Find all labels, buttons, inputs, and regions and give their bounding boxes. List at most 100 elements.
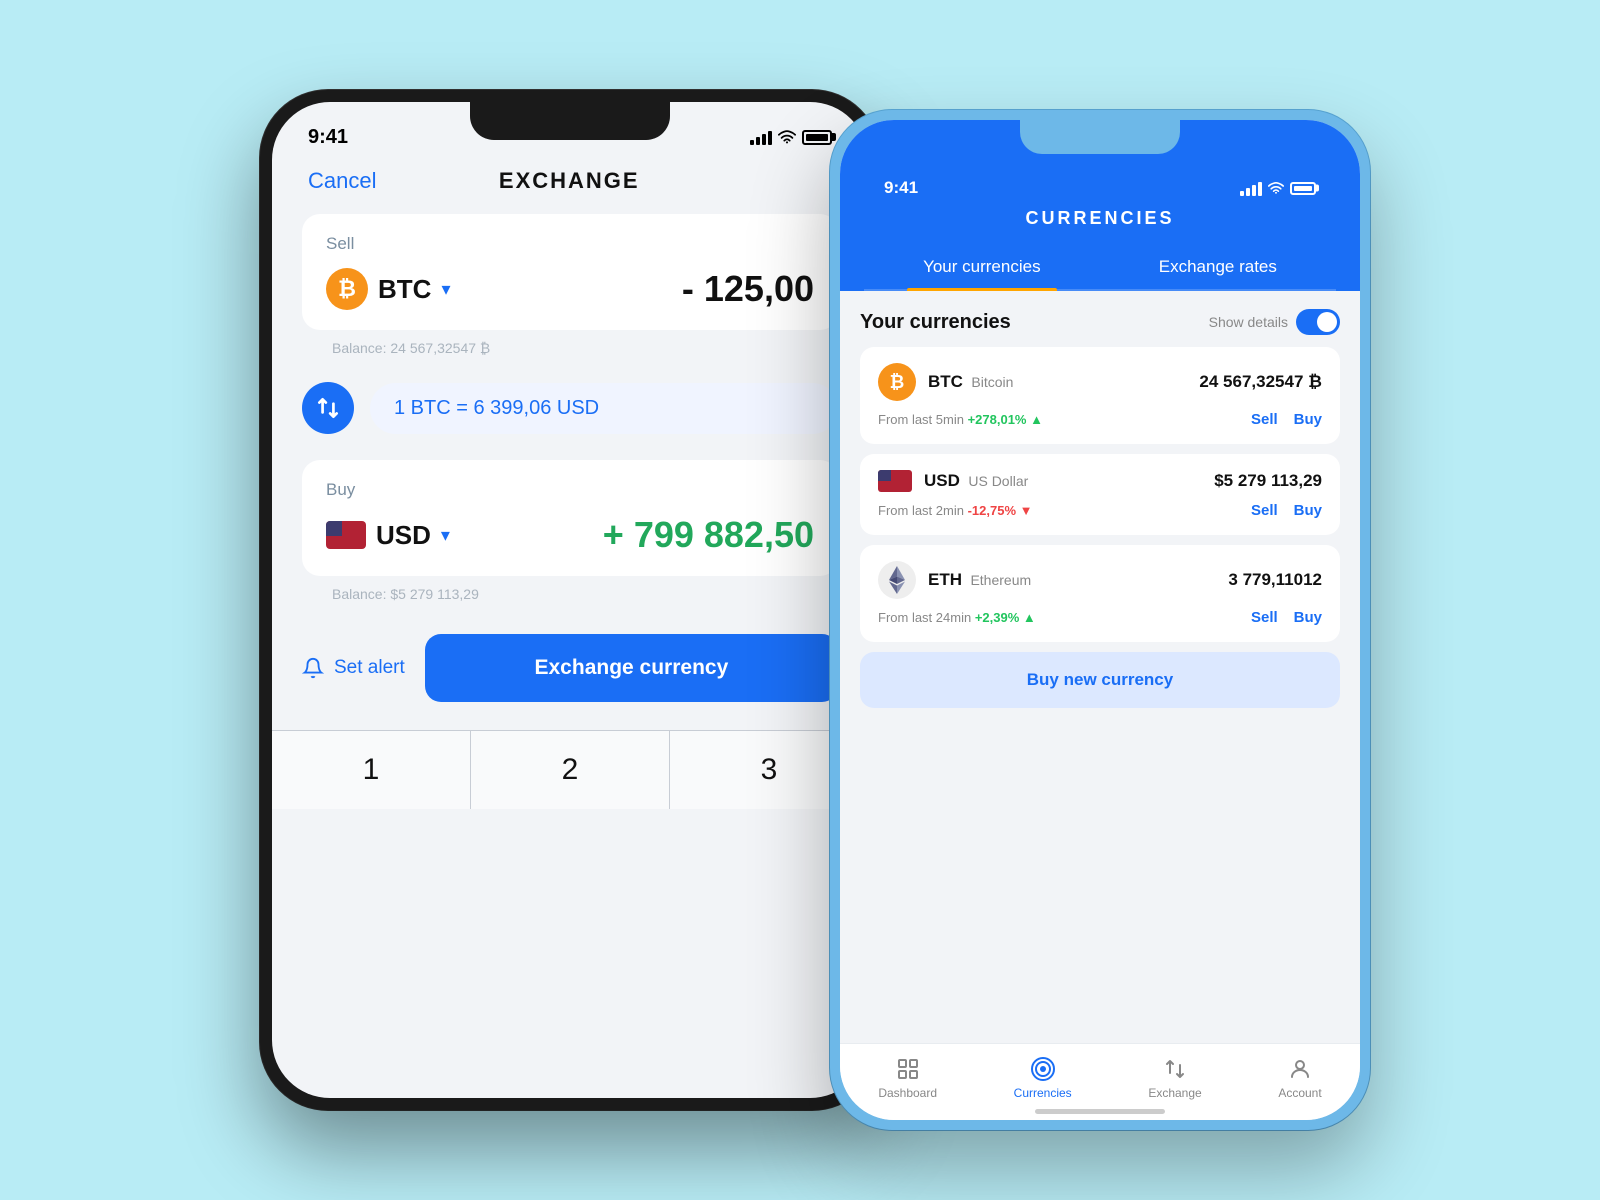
usd-flag-buy <box>326 521 366 549</box>
show-details-label: Show details <box>1209 314 1288 330</box>
key-2[interactable]: 2 <box>471 731 669 809</box>
btc-amount: 24 567,32547 ₿ <box>1199 372 1322 392</box>
buy-card: Buy USD ▾ + 799 882,50 <box>302 460 838 576</box>
buy-new-currency-button[interactable]: Buy new currency <box>860 652 1340 708</box>
dashboard-label: Dashboard <box>878 1086 937 1100</box>
status-bar-right: 9:41 <box>864 172 1336 208</box>
battery-icon <box>802 130 832 145</box>
usd-change-period: From last 2min -12,75% ▼ <box>878 503 1032 518</box>
btc-change-period: From last 5min +278,01% ▲ <box>878 412 1043 427</box>
nav-dashboard[interactable]: Dashboard <box>878 1056 937 1100</box>
btc-item-bottom: From last 5min +278,01% ▲ Sell Buy <box>878 411 1322 428</box>
exchange-title: EXCHANGE <box>499 168 640 194</box>
btc-names: BTC Bitcoin <box>928 372 1013 392</box>
buy-currency-select[interactable]: USD ▾ <box>326 520 450 551</box>
tab-your-currencies[interactable]: Your currencies <box>907 245 1057 289</box>
btc-buy-button[interactable]: Buy <box>1294 411 1322 428</box>
eth-sell-button[interactable]: Sell <box>1251 609 1278 626</box>
nav-currencies[interactable]: Currencies <box>1014 1056 1072 1100</box>
account-label: Account <box>1278 1086 1321 1100</box>
eth-symbol: ETH <box>928 570 962 589</box>
usd-name: US Dollar <box>968 473 1028 489</box>
phone-right: 9:41 <box>830 110 1370 1130</box>
account-icon <box>1287 1056 1313 1082</box>
currencies-content: Your currencies Show details ₿ BTC Bitco <box>840 291 1360 708</box>
sell-amount: - 125,00 <box>682 268 814 310</box>
usd-sell-button[interactable]: Sell <box>1251 502 1278 519</box>
your-currencies-row: Your currencies Show details <box>860 291 1340 347</box>
section-title: Your currencies <box>860 311 1011 334</box>
usd-left: USD US Dollar <box>878 470 1028 492</box>
usd-names: USD US Dollar <box>924 471 1028 491</box>
exchange-content: Sell ₿ BTC ▾ - 125,00 Balance: 24 567,32… <box>272 214 868 602</box>
currency-item-btc: ₿ BTC Bitcoin 24 567,32547 ₿ From last 5… <box>860 347 1340 444</box>
tab-exchange-rates[interactable]: Exchange rates <box>1143 245 1293 289</box>
signal-icon-right <box>1240 180 1262 196</box>
exchange-icon <box>1162 1056 1188 1082</box>
header-tabs: Your currencies Exchange rates <box>864 245 1336 291</box>
swap-button[interactable] <box>302 382 354 434</box>
exchange-currency-button[interactable]: Exchange currency <box>425 634 838 702</box>
btc-left: ₿ BTC Bitcoin <box>878 363 1013 401</box>
show-details-toggle[interactable]: Show details <box>1209 309 1340 335</box>
set-alert-button[interactable]: Set alert <box>302 657 405 679</box>
sell-dropdown-arrow[interactable]: ▾ <box>441 279 450 300</box>
eth-name: Ethereum <box>970 572 1031 588</box>
phone-right-screen: 9:41 <box>840 120 1360 1120</box>
toggle-switch[interactable] <box>1296 309 1340 335</box>
home-indicator <box>1035 1109 1165 1114</box>
eth-trade-btns: Sell Buy <box>1251 609 1322 626</box>
keyboard: 1 2 3 <box>272 730 868 809</box>
currencies-title: CURRENCIES <box>864 208 1336 245</box>
btc-trade-btns: Sell Buy <box>1251 411 1322 428</box>
eth-buy-button[interactable]: Buy <box>1294 609 1322 626</box>
status-time-right: 9:41 <box>884 178 918 198</box>
notch-left <box>470 102 670 140</box>
btc-item-top: ₿ BTC Bitcoin 24 567,32547 ₿ <box>878 363 1322 401</box>
cancel-button[interactable]: Cancel <box>308 168 376 194</box>
btc-icon-sell: ₿ <box>326 268 368 310</box>
sell-card: Sell ₿ BTC ▾ - 125,00 <box>302 214 838 330</box>
currencies-label: Currencies <box>1014 1086 1072 1100</box>
btc-name: Bitcoin <box>971 374 1013 390</box>
buy-dropdown-arrow[interactable]: ▾ <box>441 525 450 546</box>
sell-card-row: ₿ BTC ▾ - 125,00 <box>326 268 814 310</box>
status-icons-left <box>750 129 832 145</box>
set-alert-label: Set alert <box>334 657 405 679</box>
sell-label: Sell <box>326 234 814 254</box>
btc-sell-button[interactable]: Sell <box>1251 411 1278 428</box>
usd-symbol: USD <box>924 471 960 490</box>
btc-symbol: BTC <box>928 372 963 391</box>
phone-left-screen: 9:41 Cancel EXCHANGE <box>272 102 868 1098</box>
usd-item-bottom: From last 2min -12,75% ▼ Sell Buy <box>878 502 1322 519</box>
dashboard-icon <box>895 1056 921 1082</box>
sell-currency-select[interactable]: ₿ BTC ▾ <box>326 268 450 310</box>
notch-right <box>1020 120 1180 154</box>
buy-balance: Balance: $5 279 113,29 <box>308 586 838 602</box>
bell-icon <box>302 657 324 679</box>
phone-left: 9:41 Cancel EXCHANGE <box>260 90 880 1110</box>
rate-container: 1 BTC = 6 399,06 USD <box>370 383 838 434</box>
eth-coin-icon <box>878 561 916 599</box>
eth-change-period: From last 24min +2,39% ▲ <box>878 610 1036 625</box>
buy-amount: + 799 882,50 <box>603 514 814 556</box>
status-icons-right <box>1240 180 1316 196</box>
buy-card-row: USD ▾ + 799 882,50 <box>326 514 814 556</box>
sell-balance: Balance: 24 567,32547 ₿ <box>308 340 838 356</box>
btc-coin-icon: ₿ <box>878 363 916 401</box>
exchange-rate: 1 BTC = 6 399,06 USD <box>394 397 599 420</box>
nav-exchange[interactable]: Exchange <box>1148 1056 1201 1100</box>
wifi-icon <box>778 130 796 144</box>
eth-left: ETH Ethereum <box>878 561 1031 599</box>
nav-account[interactable]: Account <box>1278 1056 1321 1100</box>
buy-currency-name: USD <box>376 520 431 551</box>
key-1[interactable]: 1 <box>272 731 470 809</box>
usd-amount: $5 279 113,29 <box>1214 471 1322 491</box>
phones-container: 9:41 Cancel EXCHANGE <box>200 50 1400 1150</box>
eth-item-bottom: From last 24min +2,39% ▲ Sell Buy <box>878 609 1322 626</box>
sell-currency-name: BTC <box>378 274 431 305</box>
bottom-actions: Set alert Exchange currency <box>272 610 868 726</box>
eth-change: +2,39% ▲ <box>975 610 1036 625</box>
usd-item-top: USD US Dollar $5 279 113,29 <box>878 470 1322 492</box>
usd-buy-button[interactable]: Buy <box>1294 502 1322 519</box>
